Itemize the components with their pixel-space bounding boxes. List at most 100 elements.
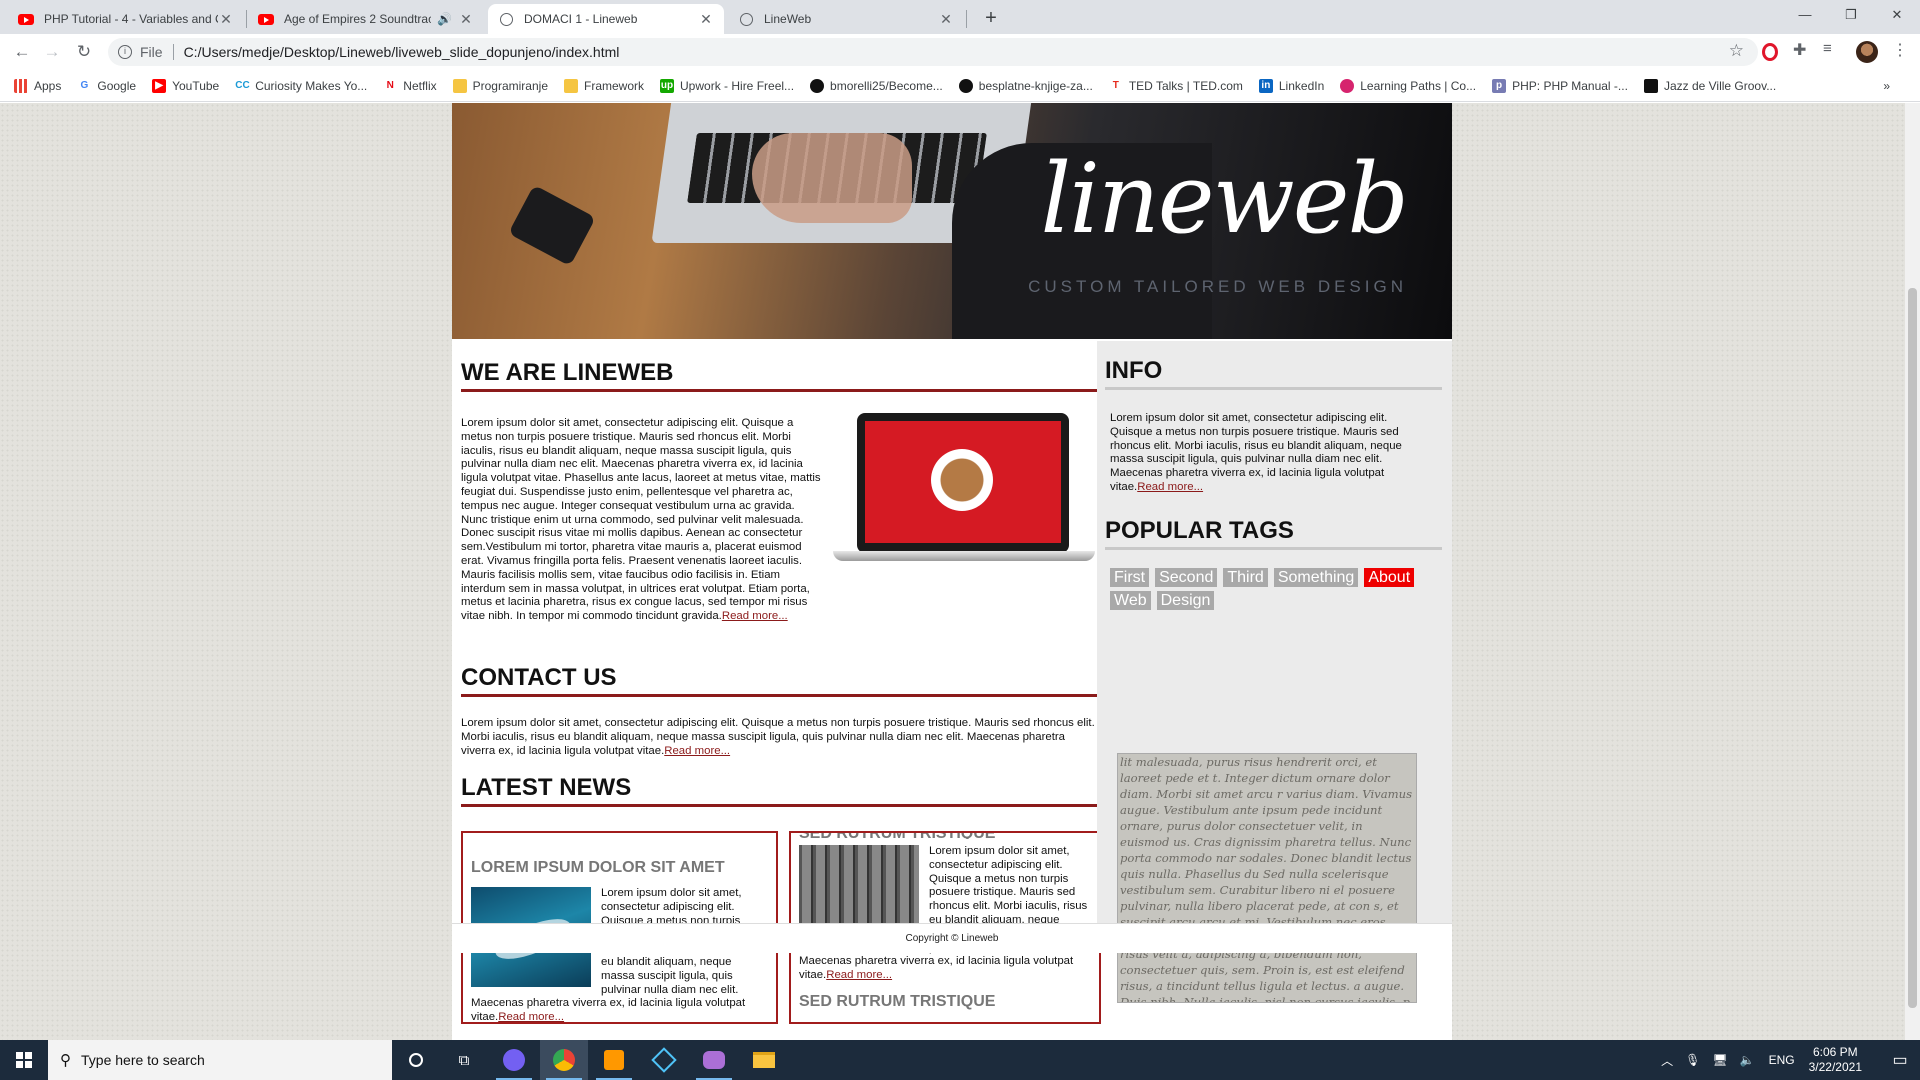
bookmark-star-icon[interactable]: ☆ [1729, 41, 1744, 61]
bookmark-besplatne-knjige[interactable]: besplatne-knjige-za... [958, 78, 1093, 93]
browser-toolbar: ← → ↻ i File C:/Users/medje/Desktop/Line… [0, 34, 1920, 70]
cortana-button[interactable] [392, 1040, 440, 1080]
forward-button[interactable]: → [40, 40, 64, 64]
tag-second[interactable]: Second [1155, 567, 1218, 587]
notifications-icon[interactable]: ▭ [1880, 1050, 1920, 1070]
bookmark-google[interactable]: G Google [77, 78, 136, 93]
discord-icon [703, 1051, 725, 1069]
info-read-more-link[interactable]: Read more... [1137, 481, 1203, 493]
microphone-icon[interactable]: 🎙 [1685, 1053, 1700, 1067]
close-tab-icon[interactable]: ✕ [458, 11, 474, 28]
tag-something[interactable]: Something [1273, 567, 1359, 587]
viber-app[interactable] [490, 1040, 538, 1080]
news-card-title[interactable]: LOREM IPSUM DOLOR SIT AMET [471, 859, 768, 877]
volume-icon[interactable]: 🔈 [1740, 1053, 1755, 1067]
tab-aoe-soundtrack[interactable]: Age of Empires 2 Soundtrack 🔊 ✕ [248, 4, 484, 34]
discord-app[interactable] [690, 1040, 738, 1080]
tag-first[interactable]: First [1110, 567, 1150, 587]
phone-image [508, 184, 596, 267]
tab-domaci-lineweb[interactable]: DOMACI 1 - Lineweb ✕ [488, 4, 724, 34]
dev-tool-app[interactable] [640, 1040, 688, 1080]
google-icon: G [77, 78, 92, 93]
tags-heading: POPULAR TAGS [1105, 517, 1442, 550]
tab-title: PHP Tutorial - 4 - Variables and C [44, 12, 218, 26]
new-tab-button[interactable]: + [978, 6, 1004, 32]
bookmark-learning-paths[interactable]: Learning Paths | Co... [1340, 78, 1476, 93]
more-bookmarks-button[interactable]: » [1883, 79, 1890, 93]
scrollbar-thumb[interactable] [1908, 288, 1917, 1008]
minimize-button[interactable]: — [1782, 0, 1828, 30]
network-icon[interactable]: 🖥 [1712, 1053, 1727, 1067]
clock[interactable]: 6:06 PM 3/22/2021 [1809, 1045, 1862, 1075]
bookmark-linkedin[interactable]: in LinkedIn [1258, 78, 1324, 93]
bookmark-label: Netflix [403, 78, 437, 93]
language-indicator[interactable]: ENG [1769, 1053, 1795, 1067]
clock-time: 6:06 PM [1812, 1045, 1858, 1059]
tab-php-tutorial[interactable]: PHP Tutorial - 4 - Variables and C ✕ [8, 4, 244, 34]
tag-web[interactable]: Web [1110, 590, 1151, 610]
tag-design[interactable]: Design [1156, 590, 1215, 610]
opera-icon[interactable] [1762, 43, 1778, 61]
bookmark-apps[interactable]: Apps [14, 78, 61, 93]
profile-avatar[interactable] [1856, 41, 1878, 63]
dev-tool-icon [651, 1047, 677, 1073]
maximize-button[interactable]: ❐ [1828, 0, 1874, 30]
site-container: lineweb CUSTOM TAILORED WEB DESIGN WE AR… [452, 103, 1452, 1040]
bookmark-netflix[interactable]: N Netflix [383, 78, 437, 93]
url-text[interactable]: C:/Users/medje/Desktop/Lineweb/liveweb_s… [184, 44, 620, 60]
close-tab-icon[interactable]: ✕ [938, 11, 954, 28]
contact-read-more-link[interactable]: Read more... [664, 745, 730, 757]
tag-about[interactable]: About [1364, 567, 1415, 587]
coffee-cup-icon [931, 449, 993, 511]
bookmark-label: Programiranje [472, 78, 548, 93]
bookmark-upwork[interactable]: up Upwork - Hire Freel... [660, 78, 794, 93]
bookmark-label: besplatne-knjige-za... [978, 78, 1093, 93]
news-read-more-link[interactable]: Read more... [498, 1011, 564, 1022]
address-bar[interactable]: i File C:/Users/medje/Desktop/Lineweb/li… [108, 38, 1758, 66]
tab-lineweb[interactable]: LineWeb ✕ [728, 4, 964, 34]
sublime-app[interactable] [590, 1040, 638, 1080]
media-queue-icon[interactable]: ≡ [1823, 40, 1841, 58]
task-view-button[interactable]: ⧉ [440, 1040, 488, 1080]
search-placeholder: Type here to search [81, 1052, 205, 1068]
extensions-puzzle-icon[interactable]: ✚ [1793, 40, 1811, 59]
cortana-icon [409, 1053, 423, 1067]
we-are-read-more-link[interactable]: Read more... [722, 610, 788, 622]
file-explorer-app[interactable] [740, 1040, 788, 1080]
site-logo[interactable]: lineweb [1041, 143, 1409, 255]
contact-body: Lorem ipsum dolor sit amet, consectetur … [461, 717, 1095, 757]
news-card-next-title[interactable]: SED RUTRUM TRISTIQUE [799, 983, 1091, 1011]
reload-button[interactable]: ↻ [72, 40, 96, 64]
laptop-base [833, 551, 1095, 561]
info-heading: INFO [1105, 357, 1442, 390]
close-tab-icon[interactable]: ✕ [218, 11, 234, 28]
bookmark-programiranje[interactable]: Programiranje [452, 78, 548, 93]
speaker-icon[interactable]: 🔊 [437, 12, 452, 26]
red-screen [865, 421, 1061, 543]
back-button[interactable]: ← [10, 40, 34, 64]
bookmark-youtube[interactable]: ▶ YouTube [152, 78, 220, 93]
close-tab-icon[interactable]: ✕ [698, 11, 714, 28]
news-read-more-link[interactable]: Read more... [826, 969, 892, 981]
bookmark-ted[interactable]: T TED Talks | TED.com [1108, 78, 1243, 93]
tab-title: Age of Empires 2 Soundtrack [284, 12, 432, 26]
bookmark-label: Curiosity Makes Yo... [255, 78, 368, 93]
site-info-icon[interactable]: i [118, 45, 132, 59]
bookmark-label: YouTube [172, 78, 220, 93]
taskbar-search[interactable]: ⚲ Type here to search [48, 1040, 392, 1080]
start-button[interactable] [0, 1040, 48, 1080]
bookmark-curiosity[interactable]: CC Curiosity Makes Yo... [235, 78, 368, 93]
site-tagline: CUSTOM TAILORED WEB DESIGN [1028, 277, 1407, 296]
page-scrollbar[interactable] [1905, 103, 1920, 1040]
tag-third[interactable]: Third [1223, 567, 1268, 587]
close-window-button[interactable]: ✕ [1874, 0, 1920, 30]
bookmark-php-manual[interactable]: p PHP: PHP Manual -... [1492, 78, 1628, 93]
bookmark-framework[interactable]: Framework [564, 78, 644, 93]
bookmark-bmorelli[interactable]: bmorelli25/Become... [810, 78, 943, 93]
news-card-title[interactable]: SED RUTRUM TRISTIQUE [799, 833, 1091, 839]
netflix-icon: N [383, 78, 398, 93]
bookmark-jazz[interactable]: Jazz de Ville Groov... [1643, 78, 1776, 93]
tray-overflow-icon[interactable]: ︿ [1661, 1052, 1673, 1069]
chrome-app[interactable] [540, 1040, 588, 1080]
menu-kebab-icon[interactable]: ⋮ [1892, 40, 1910, 59]
